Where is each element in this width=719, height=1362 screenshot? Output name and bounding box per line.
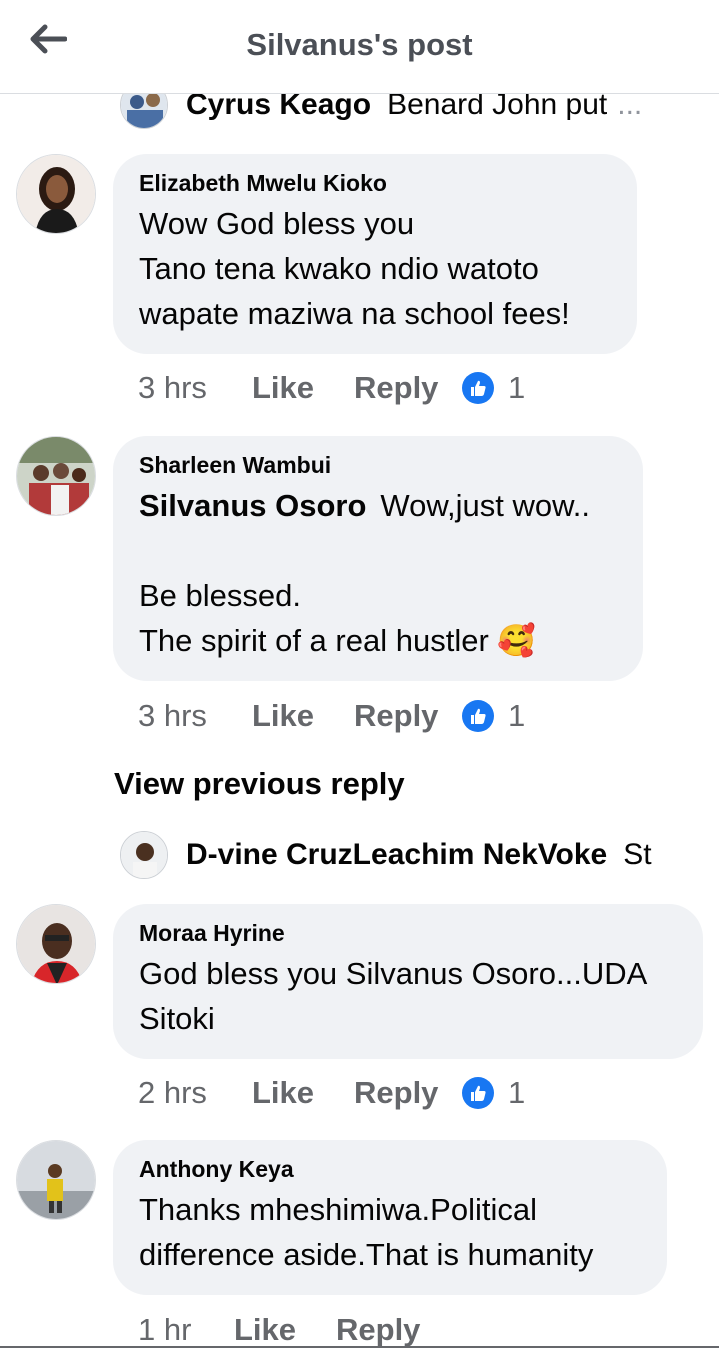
bottom-divider: [0, 1346, 719, 1348]
comment-text: Wow God bless you Tano tena kwako ndio w…: [139, 206, 570, 331]
comment-timestamp[interactable]: 3 hrs: [138, 370, 252, 406]
reply-preview-text: St: [623, 838, 652, 871]
thumbs-up-icon: [462, 1077, 494, 1109]
comment-actions: 3 hrs Like Reply 1: [138, 368, 525, 408]
reaction-count[interactable]: 1: [462, 1075, 525, 1111]
reply-button[interactable]: Reply: [354, 698, 462, 734]
reply-preview[interactable]: D-vine CruzLeachim NekVoke St: [120, 830, 690, 880]
page-title: Silvanus's post: [246, 27, 473, 62]
avatar[interactable]: [16, 436, 96, 516]
comment-text: Thanks mheshimiwa.Political difference a…: [139, 1192, 594, 1272]
thumbs-up-icon: [462, 372, 494, 404]
comment-timestamp[interactable]: 1 hr: [138, 1312, 234, 1348]
comment-author[interactable]: Sharleen Wambui: [139, 452, 617, 479]
mention-tag[interactable]: Silvanus Osoro: [139, 488, 366, 523]
avatar[interactable]: [16, 154, 96, 234]
comment-actions: 1 hr Like Reply: [138, 1310, 444, 1350]
comment-timestamp[interactable]: 3 hrs: [138, 698, 252, 734]
like-button[interactable]: Like: [252, 1075, 354, 1111]
reaction-count[interactable]: 1: [462, 698, 525, 734]
comment-bubble: Sharleen Wambui Silvanus Osoro Wow,just w…: [113, 436, 643, 681]
avatar[interactable]: [120, 831, 168, 879]
comment-timestamp[interactable]: 2 hrs: [138, 1075, 252, 1111]
avatar[interactable]: [16, 1140, 96, 1220]
reply-button[interactable]: Reply: [354, 370, 462, 406]
comment-bubble: Anthony Keya Thanks mheshimiwa.Political…: [113, 1140, 667, 1295]
comment-bubble: Moraa Hyrine God bless you Silvanus Osor…: [113, 904, 703, 1059]
reply-author-name[interactable]: D-vine CruzLeachim NekVoke: [186, 838, 607, 872]
reply-button[interactable]: Reply: [354, 1075, 462, 1111]
comment-actions: 3 hrs Like Reply 1: [138, 696, 525, 736]
comment-text: Silvanus Osoro Wow,just wow.. Be blessed.…: [139, 488, 591, 658]
comment-author[interactable]: Elizabeth Mwelu Kioko: [139, 170, 611, 197]
post-comments-screen: Silvanus's post Cyrus Keago Benard John …: [0, 0, 719, 1362]
comment-bubble: Elizabeth Mwelu Kioko Wow God bless you …: [113, 154, 637, 354]
comment-text: God bless you Silvanus Osoro...UDA Sitok…: [139, 956, 648, 1036]
like-button[interactable]: Like: [252, 370, 354, 406]
comment-actions: 2 hrs Like Reply 1: [138, 1073, 525, 1113]
smiling-face-hearts-icon: 🥰: [497, 623, 536, 658]
view-previous-reply-link[interactable]: View previous reply: [114, 766, 405, 802]
top-bar: Silvanus's post: [0, 0, 719, 94]
thumbs-up-icon: [462, 700, 494, 732]
comment-author[interactable]: Moraa Hyrine: [139, 920, 677, 947]
avatar[interactable]: [16, 904, 96, 984]
reply-button[interactable]: Reply: [336, 1312, 444, 1348]
comment-author[interactable]: Anthony Keya: [139, 1156, 641, 1183]
like-button[interactable]: Like: [234, 1312, 336, 1348]
like-button[interactable]: Like: [252, 698, 354, 734]
reaction-count[interactable]: 1: [462, 370, 525, 406]
